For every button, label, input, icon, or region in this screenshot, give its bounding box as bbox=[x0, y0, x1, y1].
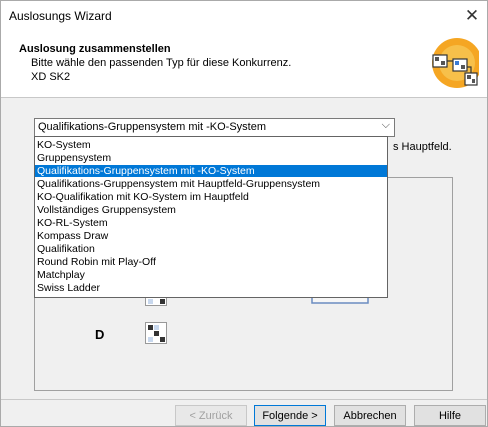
dropdown-option[interactable]: KO-Qualifikation mit KO-System im Hauptf… bbox=[35, 191, 387, 203]
back-button[interactable]: < Zurück bbox=[175, 405, 247, 426]
wizard-header: Auslosung zusammenstellen Bitte wähle de… bbox=[1, 31, 487, 98]
dropdown-option[interactable]: Swiss Ladder bbox=[35, 282, 387, 294]
header-title: Auslosung zusammenstellen bbox=[19, 43, 171, 55]
title-bar: Auslosungs Wizard ✕ bbox=[1, 1, 487, 31]
draw-type-dropdown-list[interactable]: KO-System Gruppensystem Qualifikations-Gru… bbox=[34, 136, 388, 298]
chevron-down-icon[interactable]: ⌵ bbox=[382, 119, 390, 132]
header-subtitle: Bitte wähle den passenden Typ für diese … bbox=[31, 57, 292, 69]
dropdown-option[interactable]: Matchplay bbox=[35, 269, 387, 281]
draw-type-select-value: Qualifikations-Gruppensystem mit -KO-Sys… bbox=[38, 121, 267, 133]
close-button[interactable]: ✕ bbox=[457, 1, 487, 31]
dropdown-option[interactable]: KO-RL-System bbox=[35, 217, 387, 229]
dropdown-option[interactable]: KO-System bbox=[35, 139, 387, 151]
dropdown-option[interactable]: Kompass Draw bbox=[35, 230, 387, 242]
dropdown-option[interactable]: Round Robin mit Play-Off bbox=[35, 256, 387, 268]
dropdown-option[interactable]: Qualifikations-Gruppensystem mit Hauptfe… bbox=[35, 178, 387, 190]
competition-name: XD SK2 bbox=[31, 71, 71, 83]
cancel-button[interactable]: Abbrechen bbox=[334, 405, 406, 426]
dropdown-option[interactable]: Vollständiges Gruppensystem bbox=[35, 204, 387, 216]
wizard-window: Auslosungs Wizard ✕ Auslosung zusammenst… bbox=[0, 0, 488, 427]
header-divider bbox=[1, 97, 487, 98]
draw-type-select[interactable]: Qualifikations-Gruppensystem mit -KO-Sys… bbox=[34, 118, 395, 137]
dropdown-option[interactable]: Qualifikation bbox=[35, 243, 387, 255]
bracket-wizard-icon bbox=[432, 38, 479, 88]
help-button[interactable]: Hilfe bbox=[414, 405, 486, 426]
dropdown-option[interactable]: Qualifikations-Gruppensystem mit -KO-Sys… bbox=[35, 165, 387, 177]
group-grid-icon bbox=[145, 322, 167, 344]
window-title: Auslosungs Wizard bbox=[9, 9, 112, 23]
description-text: s Hauptfeld. bbox=[393, 141, 452, 153]
preview-letter-d: D bbox=[95, 327, 105, 342]
next-button[interactable]: Folgende > bbox=[254, 405, 326, 426]
dropdown-option[interactable]: Gruppensystem bbox=[35, 152, 387, 164]
footer-divider bbox=[1, 399, 487, 400]
